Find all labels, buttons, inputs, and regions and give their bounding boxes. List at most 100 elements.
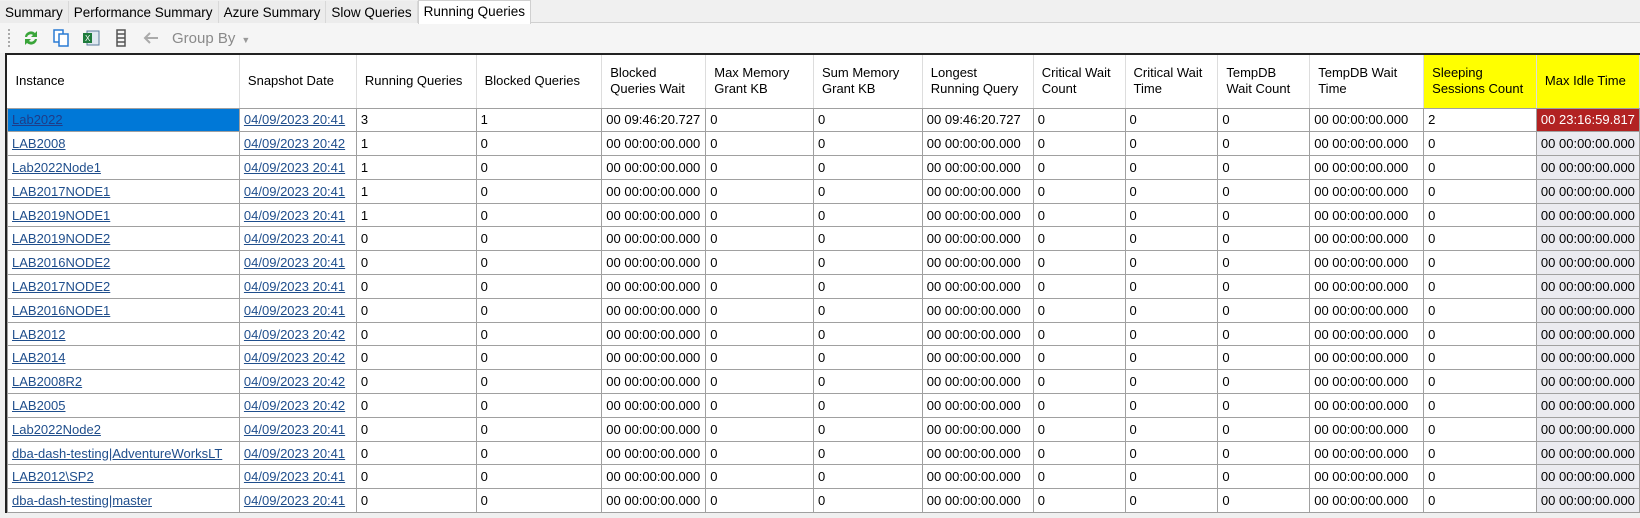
cell-blocked-queries: 0 <box>475 226 603 252</box>
cell-critical-wait-count: 0 <box>1032 226 1126 252</box>
column-header-blocked-queries[interactable]: Blocked Queries <box>476 55 603 109</box>
cell-max-memory-grant-kb: 0 <box>705 369 815 395</box>
cell-max-memory-grant-kb: 0 <box>705 107 815 133</box>
column-header-critical-wait-count[interactable]: Critical Wait Count <box>1033 55 1126 109</box>
cell-tempdb-wait-count: 0 <box>1217 416 1311 442</box>
cell-blocked-queries: 0 <box>475 321 603 347</box>
instance-link[interactable]: LAB2016NODE2 <box>12 255 110 270</box>
instance-link[interactable]: LAB2019NODE2 <box>12 231 110 246</box>
instance-link[interactable]: dba-dash-testing|AdventureWorksLT <box>12 446 222 461</box>
instance-link[interactable]: Lab2022Node1 <box>12 160 101 175</box>
cell-max-idle-time: 00 00:00:00.000 <box>1535 178 1640 204</box>
snapshot-date-link[interactable]: 04/09/2023 20:41 <box>244 279 345 294</box>
cell-tempdb-wait-count: 0 <box>1217 321 1311 347</box>
snapshot-date-link[interactable]: 04/09/2023 20:42 <box>244 136 345 151</box>
cell-blocked-queries: 0 <box>475 393 603 418</box>
group-by-dropdown[interactable]: Group By ▼ <box>172 30 250 47</box>
snapshot-date-link[interactable]: 04/09/2023 20:41 <box>244 493 345 508</box>
snapshot-date-link[interactable]: 04/09/2023 20:41 <box>244 231 345 246</box>
snapshot-date-link[interactable]: 04/09/2023 20:41 <box>244 422 345 437</box>
snapshot-date-link[interactable]: 04/09/2023 20:41 <box>244 446 345 461</box>
column-header-running-queries[interactable]: Running Queries <box>356 55 477 109</box>
column-header-max-memory-grant-kb[interactable]: Max Memory Grant KB <box>705 55 815 109</box>
cell-max-idle-time: 00 00:00:00.000 <box>1535 250 1640 276</box>
column-header-max-idle-time[interactable]: Max Idle Time <box>1536 55 1640 109</box>
table-row: dba-dash-testing|AdventureWorksLT 04/09/2… <box>7 440 1640 466</box>
cell-snapshot-date: 04/09/2023 20:42 <box>238 369 357 395</box>
tab-slow-queries[interactable]: Slow Queries <box>326 1 418 23</box>
snapshot-date-link[interactable]: 04/09/2023 20:41 <box>244 303 345 318</box>
column-header-longest-running-query[interactable]: Longest Running Query <box>922 55 1034 109</box>
table-row: LAB2008R2 04/09/2023 20:42 0 0 00 00:00:00.0… <box>7 369 1640 395</box>
snapshot-date-link[interactable]: 04/09/2023 20:41 <box>244 469 345 484</box>
table-row: Lab2022Node2 04/09/2023 20:41 0 0 00 00:00:0… <box>7 416 1640 442</box>
cell-running-queries: 0 <box>355 345 477 371</box>
cell-tempdb-wait-time: 00 00:00:00.000 <box>1309 321 1425 347</box>
cell-blocked-queries-wait: 00 09:46:20.727 <box>601 107 707 133</box>
snapshot-date-link[interactable]: 04/09/2023 20:41 <box>244 255 345 270</box>
instance-link[interactable]: LAB2008R2 <box>12 374 82 389</box>
cell-blocked-queries-wait: 00 00:00:00.000 <box>601 250 707 276</box>
cell-blocked-queries: 0 <box>475 274 603 299</box>
snapshot-date-link[interactable]: 04/09/2023 20:41 <box>244 208 345 223</box>
snapshot-date-link[interactable]: 04/09/2023 20:41 <box>244 160 345 175</box>
cell-max-memory-grant-kb: 0 <box>705 440 815 466</box>
instance-link[interactable]: LAB2017NODE2 <box>12 279 110 294</box>
column-header-snapshot-date[interactable]: Snapshot Date <box>239 55 357 109</box>
cell-tempdb-wait-time: 00 00:00:00.000 <box>1309 488 1425 514</box>
column-header-tempdb-wait-count[interactable]: TempDB Wait Count <box>1217 55 1311 109</box>
tab-performance-summary[interactable]: Performance Summary <box>68 1 219 23</box>
column-header-sum-memory-grant-kb[interactable]: Sum Memory Grant KB <box>813 55 923 109</box>
columns-icon[interactable] <box>112 29 130 47</box>
instance-link[interactable]: LAB2017NODE1 <box>12 184 110 199</box>
instance-link[interactable]: LAB2008 <box>12 136 66 151</box>
cell-sum-memory-grant-kb: 0 <box>813 226 923 252</box>
cell-max-idle-time: 00 00:00:00.000 <box>1535 345 1640 371</box>
snapshot-date-link[interactable]: 04/09/2023 20:42 <box>244 374 345 389</box>
tab-summary[interactable]: Summary <box>0 1 69 23</box>
snapshot-date-link[interactable]: 04/09/2023 20:42 <box>244 327 345 342</box>
column-header-blocked-queries-wait[interactable]: Blocked Queries Wait <box>601 55 707 109</box>
cell-sleeping-sessions-count: 0 <box>1423 464 1537 490</box>
cell-max-idle-time: 00 00:00:00.000 <box>1535 464 1640 490</box>
instance-link[interactable]: LAB2012 <box>12 327 66 342</box>
cell-sleeping-sessions-count: 0 <box>1423 274 1537 299</box>
snapshot-date-link[interactable]: 04/09/2023 20:41 <box>244 184 345 199</box>
refresh-icon[interactable] <box>22 29 40 47</box>
cell-blocked-queries-wait: 00 00:00:00.000 <box>601 202 707 228</box>
cell-running-queries: 0 <box>355 488 477 514</box>
snapshot-date-link[interactable]: 04/09/2023 20:42 <box>244 350 345 365</box>
cell-critical-wait-count: 0 <box>1032 321 1126 347</box>
instance-link[interactable]: LAB2014 <box>12 350 66 365</box>
tab-running-queries[interactable]: Running Queries <box>417 0 531 24</box>
snapshot-date-link[interactable]: 04/09/2023 20:42 <box>244 398 345 413</box>
excel-export-icon[interactable]: X <box>82 29 100 47</box>
instance-link[interactable]: LAB2005 <box>12 398 66 413</box>
instance-link[interactable]: LAB2012\SP2 <box>12 469 94 484</box>
instance-link[interactable]: dba-dash-testing|master <box>12 493 152 508</box>
cell-critical-wait-time: 0 <box>1124 345 1219 371</box>
tab-azure-summary[interactable]: Azure Summary <box>218 1 327 23</box>
instance-link[interactable]: Lab2022 <box>12 112 63 127</box>
instance-link[interactable]: LAB2016NODE1 <box>12 303 110 318</box>
column-header-instance[interactable]: Instance <box>7 55 240 109</box>
cell-sum-memory-grant-kb: 0 <box>813 202 923 228</box>
snapshot-date-link[interactable]: 04/09/2023 20:41 <box>244 112 345 127</box>
cell-sleeping-sessions-count: 0 <box>1423 178 1537 204</box>
column-header-sleeping-sessions-count[interactable]: Sleeping Sessions Count <box>1423 55 1537 109</box>
copy-icon[interactable] <box>52 29 70 47</box>
column-header-tempdb-wait-time[interactable]: TempDB Wait Time <box>1309 55 1425 109</box>
column-header-critical-wait-time[interactable]: Critical Wait Time <box>1125 55 1219 109</box>
cell-instance: LAB2016NODE1 <box>7 297 240 323</box>
table-row: LAB2017NODE2 04/09/2023 20:41 0 0 00 00:00:0… <box>7 274 1640 299</box>
cell-blocked-queries: 0 <box>475 297 603 323</box>
instance-link[interactable]: Lab2022Node2 <box>12 422 101 437</box>
cell-sum-memory-grant-kb: 0 <box>813 274 923 299</box>
back-arrow-icon[interactable] <box>142 29 160 47</box>
cell-longest-running-query: 00 00:00:00.000 <box>921 131 1034 157</box>
cell-critical-wait-time: 0 <box>1124 464 1219 490</box>
cell-critical-wait-count: 0 <box>1032 107 1126 133</box>
cell-sum-memory-grant-kb: 0 <box>813 416 923 442</box>
running-queries-grid: Instance Snapshot Date Running Queries Bloc… <box>5 53 1640 514</box>
instance-link[interactable]: LAB2019NODE1 <box>12 208 110 223</box>
